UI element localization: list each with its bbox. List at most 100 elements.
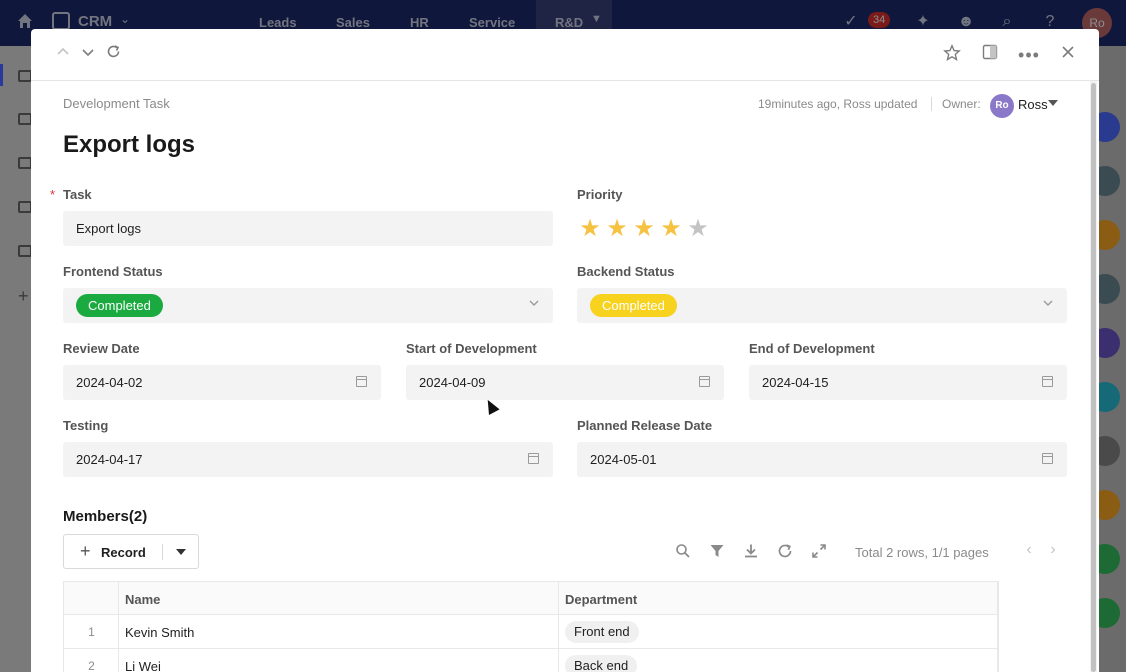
end-dev-value: 2024-04-15	[762, 375, 829, 390]
star-icon[interactable]: ★	[658, 215, 684, 243]
scrollbar[interactable]	[1090, 81, 1097, 672]
start-dev-field[interactable]: 2024-04-09	[406, 365, 724, 400]
pagination-summary: Total 2 rows, 1/1 pages	[855, 545, 989, 560]
breadcrumb: Development Task	[63, 96, 170, 111]
column-header-label: Department	[565, 592, 638, 607]
more-icon[interactable]: •••	[1018, 44, 1040, 66]
add-record-button[interactable]: + Record	[63, 534, 199, 569]
table-row[interactable]: 2 Li Wei Back end	[63, 649, 998, 672]
chevron-down-icon[interactable]	[77, 44, 99, 66]
name-cell[interactable]: Kevin Smith	[118, 615, 558, 649]
caret-down-icon[interactable]	[176, 549, 186, 555]
backend-status-select[interactable]: Completed	[577, 288, 1067, 323]
task-value: Export logs	[76, 221, 142, 236]
rail-selected-indicator	[0, 64, 3, 86]
end-dev-label: End of Development	[749, 341, 875, 356]
add-record-label: Record	[101, 545, 146, 560]
row-number: 1	[88, 625, 95, 639]
download-icon[interactable]	[742, 543, 760, 561]
calendar-icon[interactable]	[1042, 376, 1053, 387]
calendar-icon[interactable]	[528, 453, 539, 464]
calendar-icon[interactable]	[699, 376, 710, 387]
priority-rating[interactable]: ★ ★ ★ ★ ★	[577, 215, 712, 243]
refresh-icon[interactable]	[776, 543, 794, 561]
table-icon[interactable]	[18, 201, 32, 213]
column-header-department[interactable]: Department	[558, 582, 998, 616]
planned-release-field[interactable]: 2024-05-01	[577, 442, 1067, 477]
task-field[interactable]: Export logs	[63, 211, 553, 246]
status-badge: Completed	[590, 294, 677, 317]
name-cell[interactable]: Li Wei	[118, 649, 558, 672]
review-date-label: Review Date	[63, 341, 140, 356]
row-number-cell: 1	[63, 615, 118, 649]
modal-header: •••	[31, 29, 1099, 81]
department-tag: Front end	[565, 621, 639, 643]
members-title: Members(2)	[63, 508, 148, 525]
caret-down-icon[interactable]	[1048, 100, 1058, 106]
record-modal: ••• Development Task 19minutes ago, Ross…	[31, 29, 1099, 672]
search-icon[interactable]	[674, 543, 692, 561]
side-panel-icon[interactable]	[979, 44, 1001, 66]
close-icon[interactable]	[1057, 44, 1079, 66]
frontend-status-label: Frontend Status	[63, 264, 163, 279]
start-dev-value: 2024-04-09	[419, 375, 486, 390]
calendar-icon[interactable]	[356, 376, 367, 387]
star-icon[interactable]	[941, 44, 963, 66]
testing-field[interactable]: 2024-04-17	[63, 442, 553, 477]
refresh-icon[interactable]	[102, 44, 124, 66]
star-icon[interactable]: ★	[631, 215, 657, 243]
status-badge: Completed	[76, 294, 163, 317]
testing-label: Testing	[63, 418, 109, 433]
page-title: Export logs	[63, 131, 196, 158]
row-number-cell: 2	[63, 649, 118, 672]
required-marker: *	[50, 187, 56, 202]
divider	[931, 97, 932, 111]
review-date-value: 2024-04-02	[76, 375, 143, 390]
member-name: Kevin Smith	[125, 625, 195, 640]
column-header-name[interactable]: Name	[118, 582, 558, 616]
chevron-up-icon[interactable]	[52, 44, 74, 66]
add-icon[interactable]: +	[18, 286, 29, 307]
frontend-status-select[interactable]: Completed	[63, 288, 553, 323]
task-label: Task	[63, 187, 92, 202]
chevron-right-icon[interactable]: ›	[1046, 541, 1060, 559]
priority-label: Priority	[577, 187, 623, 202]
owner-label: Owner:	[942, 97, 981, 111]
testing-value: 2024-04-17	[76, 452, 143, 467]
fullscreen-icon[interactable]	[810, 543, 828, 561]
chevron-down-icon	[528, 297, 540, 312]
table-row[interactable]: 1 Kevin Smith Front end	[63, 615, 998, 649]
table-right-gutter	[998, 581, 1066, 672]
department-tag: Back end	[565, 655, 638, 672]
row-number: 2	[88, 659, 95, 672]
filter-icon[interactable]	[708, 543, 726, 561]
scrollbar-thumb[interactable]	[1091, 83, 1096, 672]
table-icon[interactable]	[18, 113, 32, 125]
divider	[162, 544, 163, 560]
start-dev-label: Start of Development	[406, 341, 537, 356]
updated-info: 19minutes ago, Ross updated	[758, 97, 918, 111]
star-icon[interactable]: ★	[577, 215, 603, 243]
end-dev-field[interactable]: 2024-04-15	[749, 365, 1067, 400]
table-header: Name Department	[63, 581, 998, 616]
member-name: Li Wei	[125, 659, 161, 672]
table-icon[interactable]	[18, 70, 32, 82]
backend-status-label: Backend Status	[577, 264, 675, 279]
chevron-down-icon	[1042, 297, 1054, 312]
column-header-label: Name	[125, 592, 161, 607]
star-icon[interactable]: ★	[604, 215, 630, 243]
department-cell[interactable]: Back end	[558, 649, 998, 672]
rownum-header	[63, 582, 118, 616]
star-icon[interactable]: ★	[685, 215, 711, 243]
owner-avatar[interactable]: Ro	[990, 94, 1014, 118]
table-icon[interactable]	[18, 245, 32, 257]
planned-release-value: 2024-05-01	[590, 452, 657, 467]
table-icon[interactable]	[18, 157, 32, 169]
owner-name[interactable]: Ross	[1018, 97, 1048, 112]
review-date-field[interactable]: 2024-04-02	[63, 365, 381, 400]
chevron-left-icon[interactable]: ‹	[1022, 541, 1036, 559]
calendar-icon[interactable]	[1042, 453, 1053, 464]
planned-release-label: Planned Release Date	[577, 418, 713, 433]
left-rail: +	[0, 46, 32, 672]
department-cell[interactable]: Front end	[558, 615, 998, 649]
